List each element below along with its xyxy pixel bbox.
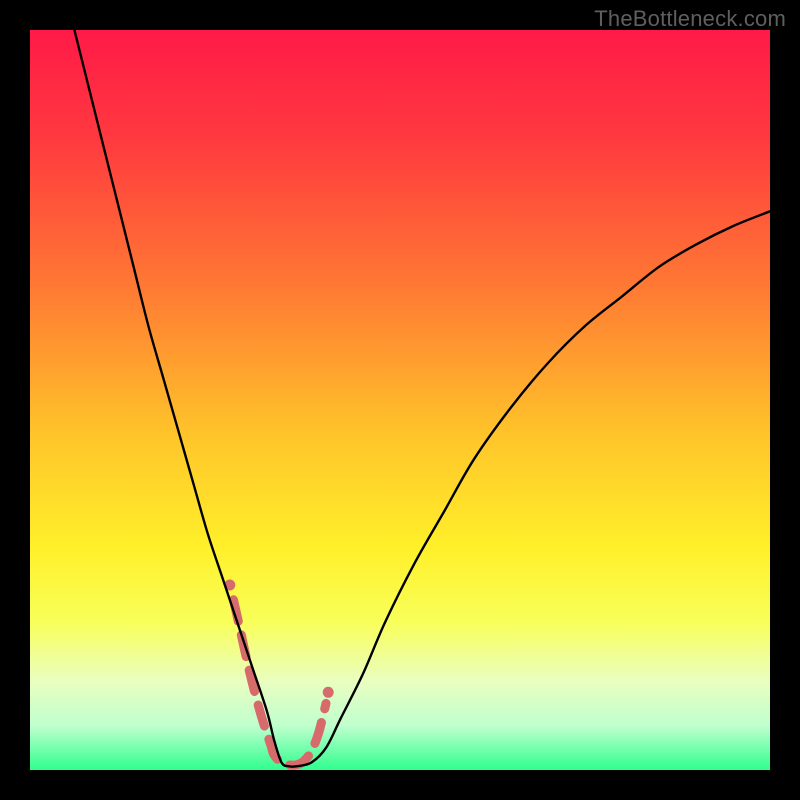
gradient-background <box>30 30 770 770</box>
dashed-dot <box>323 687 334 698</box>
plot-area <box>30 30 770 770</box>
watermark-text: TheBottleneck.com <box>594 6 786 32</box>
chart-svg <box>30 30 770 770</box>
chart-frame: TheBottleneck.com <box>0 0 800 800</box>
